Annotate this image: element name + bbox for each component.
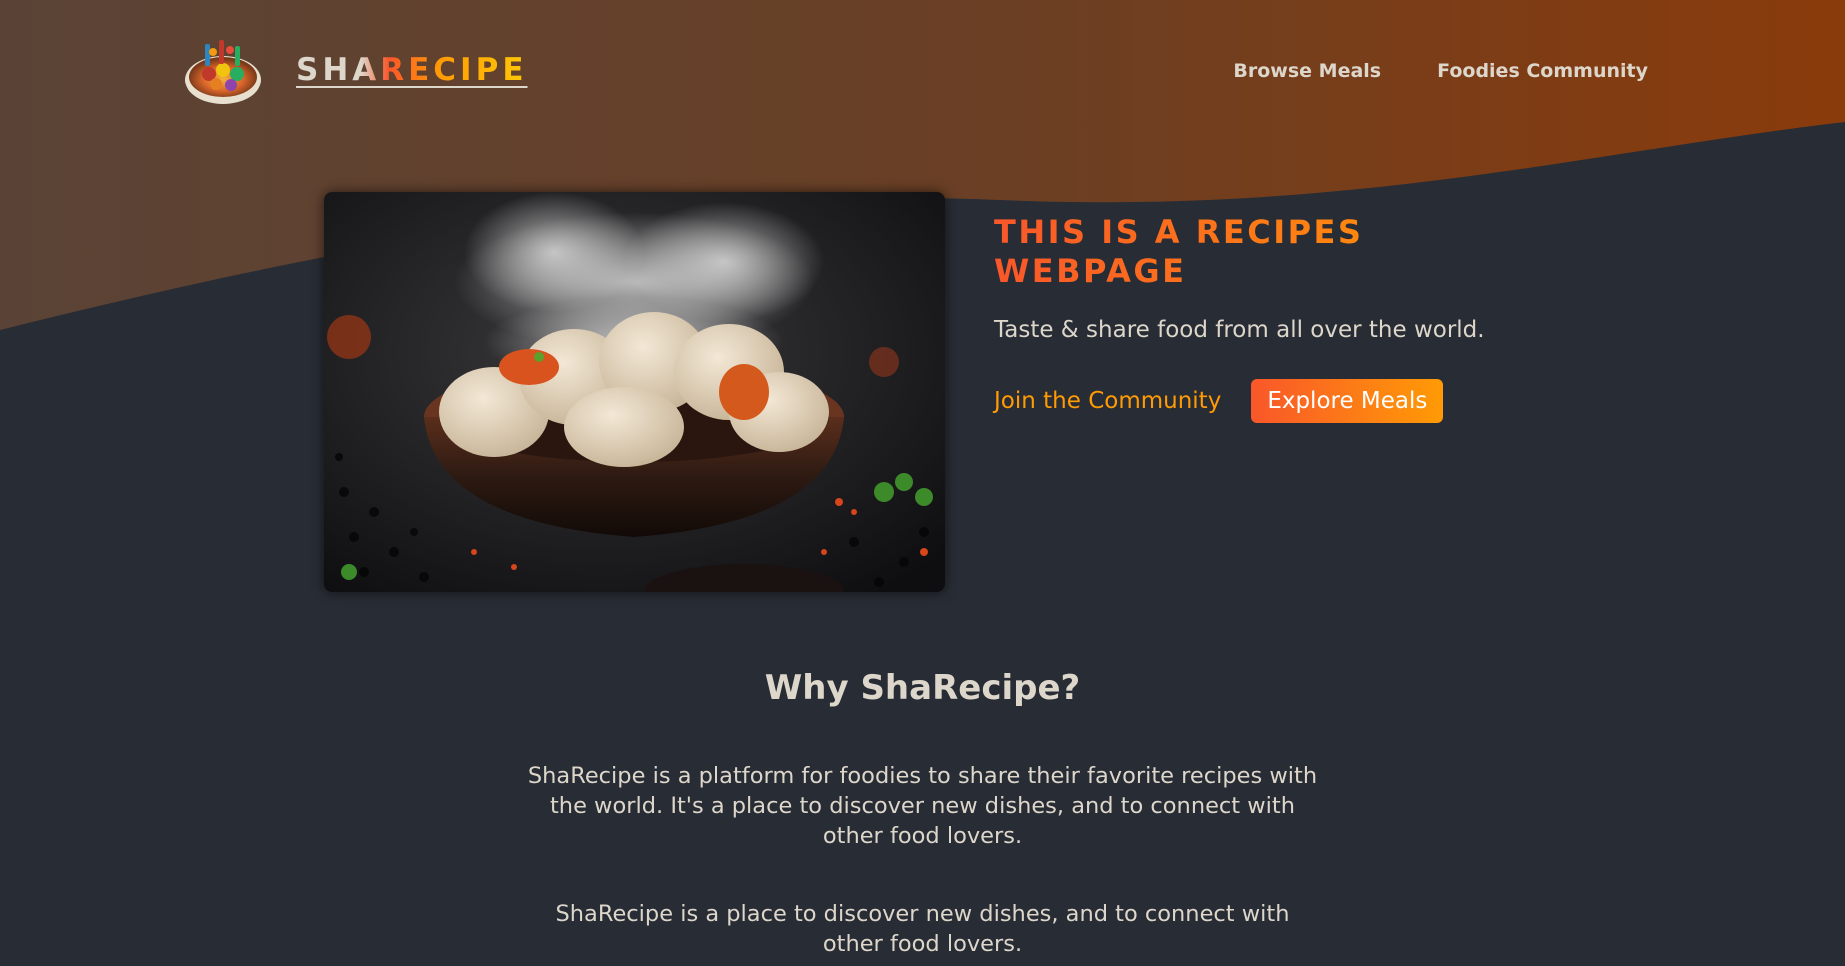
why-paragraph-2: ShaRecipe is a place to discover new dis…: [555, 901, 1290, 957]
logo-text: SHARECIPE: [296, 52, 528, 88]
explore-meals-button[interactable]: Explore Meals: [1251, 379, 1444, 423]
hero-content: THIS IS A RECIPES WEBPAGE Taste & share …: [994, 213, 1514, 423]
hero-subtitle: Taste & share food from all over the wor…: [994, 317, 1485, 343]
nav-browse-meals[interactable]: Browse Meals: [1233, 60, 1381, 82]
home-logo-link[interactable]: SHARECIPE: [183, 30, 528, 110]
join-community-link[interactable]: Join the Community: [994, 388, 1221, 414]
main-nav: Browse Meals Foodies Community: [1233, 60, 1648, 82]
why-heading: Why ShaRecipe?: [764, 668, 1081, 708]
nav-foodies-community[interactable]: Foodies Community: [1437, 60, 1648, 82]
steaming-dumplings-photo-icon: [324, 192, 945, 592]
why-section: Why ShaRecipe? ShaRecipe is a platform f…: [0, 668, 1845, 959]
hero-cta-group: Join the Community Explore Meals: [994, 379, 1514, 423]
page: SHARECIPE Browse Meals Foodies Community: [0, 0, 1845, 966]
food-plate-logo-icon: [185, 40, 261, 104]
site-header: SHARECIPE Browse Meals Foodies Community: [0, 0, 1845, 145]
hero-image: [324, 192, 945, 592]
hero-title: THIS IS A RECIPES WEBPAGE: [994, 213, 1514, 291]
why-paragraph-1: ShaRecipe is a platform for foodies to s…: [527, 763, 1318, 849]
